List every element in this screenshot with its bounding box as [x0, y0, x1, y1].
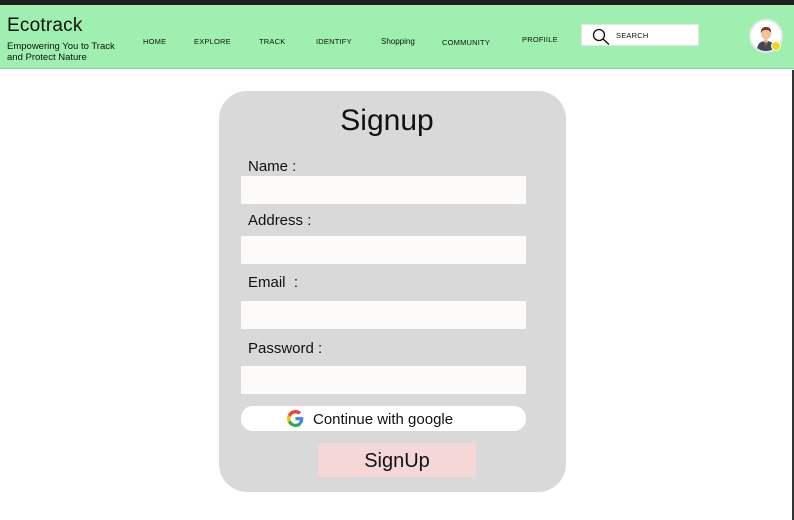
nav-item-community[interactable]: COMMUNITY — [442, 38, 490, 47]
nav-item-home[interactable]: HOME — [143, 37, 166, 46]
search-icon — [592, 28, 610, 45]
search-box[interactable]: SEARCH — [581, 24, 699, 46]
password-label: Password : — [248, 340, 323, 357]
signup-submit-button[interactable]: SignUp — [318, 443, 476, 477]
signup-button-label: SignUp — [364, 450, 430, 472]
email-label: Email : — [248, 274, 299, 291]
search-placeholder: SEARCH — [616, 31, 649, 40]
nav-item-track[interactable]: TRACK — [259, 37, 285, 46]
nav-item-identify[interactable]: IDENTIFY — [316, 37, 352, 46]
name-field[interactable] — [241, 176, 526, 204]
nav-item-shopping[interactable]: Shopping — [381, 37, 415, 46]
password-field[interactable] — [241, 366, 526, 394]
name-label: Name : — [248, 158, 297, 175]
brand-tagline: Empowering You to Track and Protect Natu… — [7, 41, 115, 63]
email-field[interactable] — [241, 301, 526, 329]
address-field[interactable] — [241, 236, 526, 264]
signup-card — [219, 91, 566, 492]
address-label: Address : — [248, 212, 312, 229]
google-button-label: Continue with google — [313, 411, 454, 428]
signup-title: Signup — [340, 104, 434, 137]
nav-item-explore[interactable]: EXPLORE — [194, 37, 231, 46]
brand-title[interactable]: Ecotrack — [7, 15, 83, 37]
google-g-icon — [287, 410, 304, 427]
nav-item-profile[interactable]: PROFIILE — [522, 35, 558, 44]
google-signin-button[interactable]: Continue with google — [241, 406, 526, 431]
status-indicator — [771, 41, 781, 51]
